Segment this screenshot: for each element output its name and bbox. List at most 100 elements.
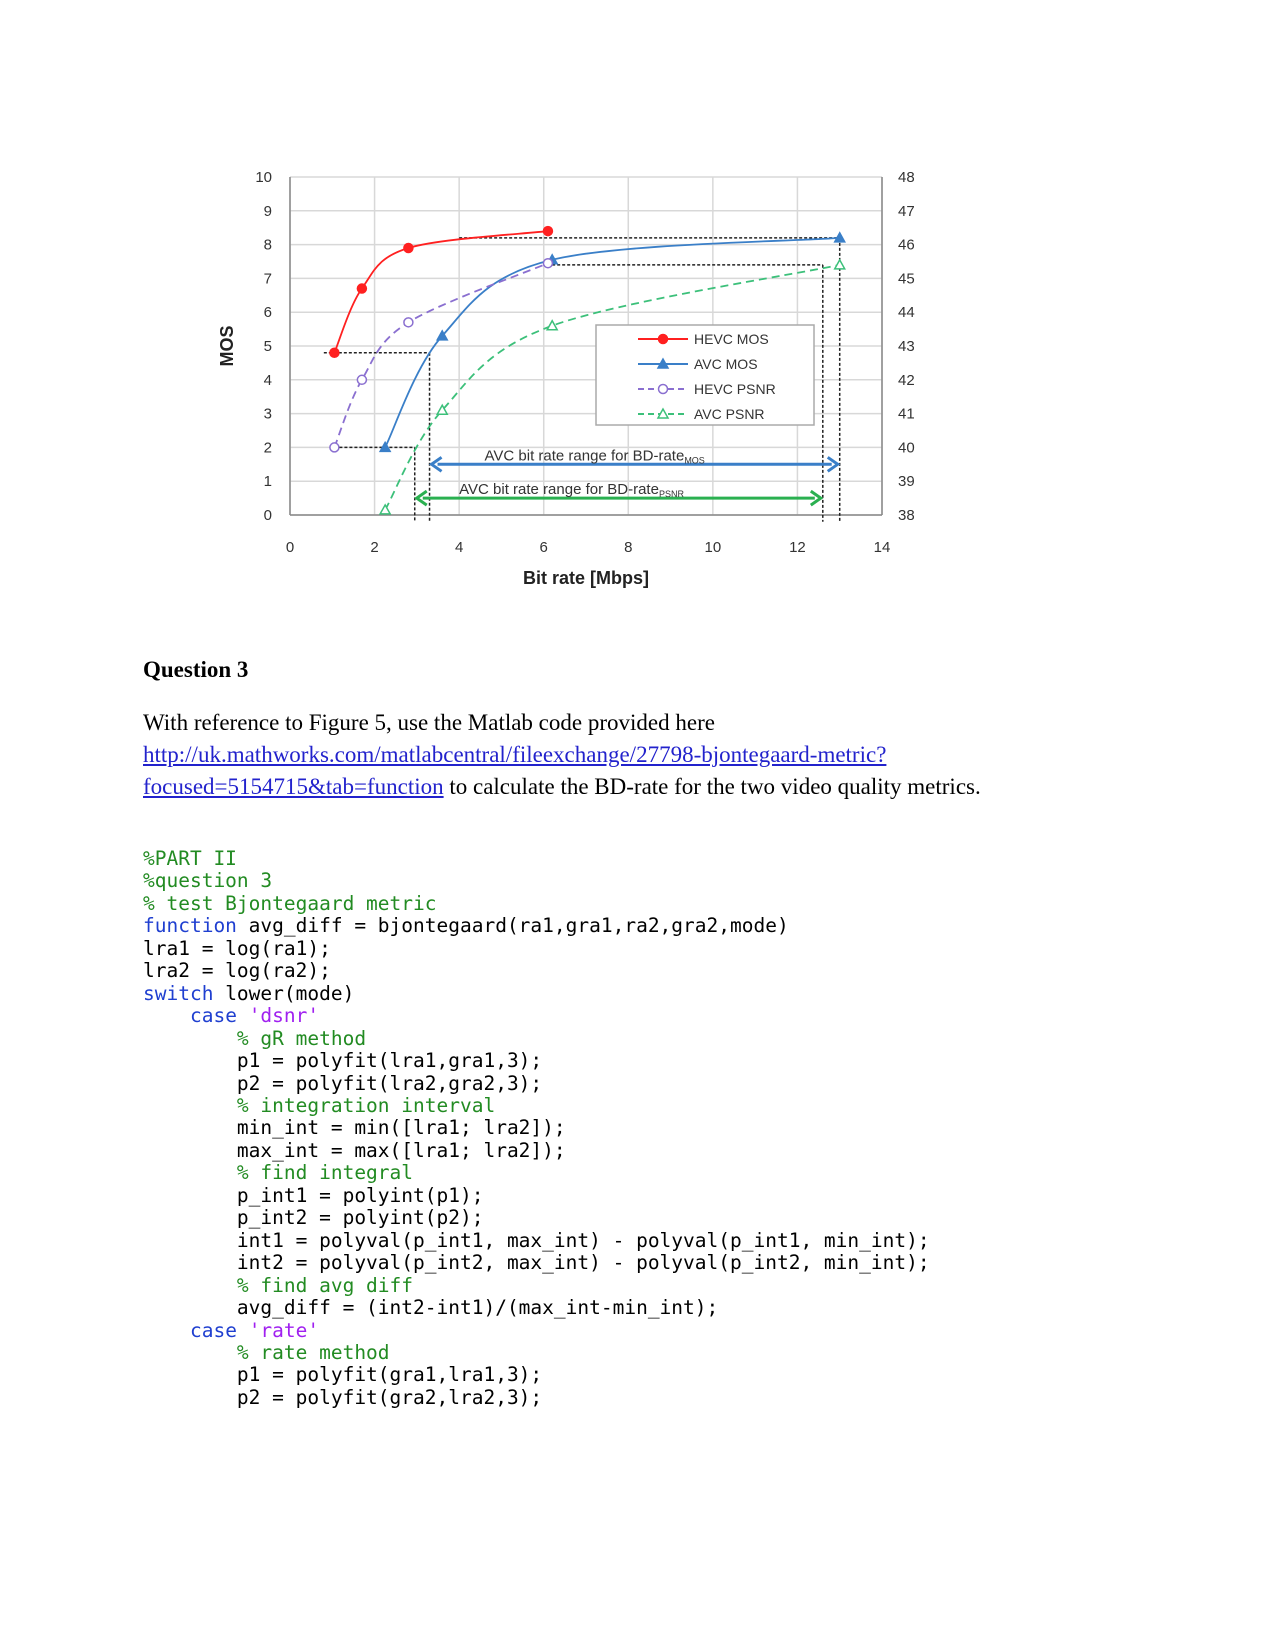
legend-marker-hevc-psnr — [657, 383, 669, 395]
code-text: p2 = polyfit(lra2,gra2,3); — [143, 1071, 543, 1095]
annotation-subscript: MOS — [684, 455, 705, 465]
code-string: 'rate' — [248, 1318, 320, 1342]
y2-tick-label: 46 — [898, 237, 915, 254]
annotation-text: AVC bit rate range for BD-rate — [459, 481, 659, 498]
x-tick-label: 0 — [286, 539, 294, 556]
code-comment: % test Bjontegaard metric — [143, 891, 437, 915]
x-axis-label: Bit rate [Mbps] — [523, 568, 649, 588]
code-line: %PART II — [143, 847, 930, 870]
y2-tick-label: 40 — [898, 439, 915, 456]
data-point-hevc-psnr — [329, 442, 340, 453]
code-text: p1 = polyfit(lra1,gra1,3); — [143, 1049, 543, 1073]
data-point-hevc-mos — [356, 283, 368, 294]
code-line: function avg_diff = bjontegaard(ra1,gra1… — [143, 915, 930, 937]
y-tick-label: 0 — [264, 507, 272, 524]
y-tick-label: 1 — [264, 473, 272, 490]
y-tick-label: 4 — [264, 372, 272, 389]
legend-label-hevc-mos: HEVC MOS — [694, 331, 769, 347]
code-comment: % find integral — [236, 1161, 414, 1185]
code-keyword: function — [143, 914, 237, 938]
data-point-hevc-psnr — [356, 374, 368, 386]
code-text: avg_diff = (int2-int1)/(max_int-min_int)… — [143, 1296, 719, 1320]
code-text: p_int2 = polyint(p2); — [143, 1206, 484, 1230]
code-line: p1 = polyfit(lra1,gra1,3); — [143, 1049, 930, 1073]
question-heading: Question 3 — [143, 657, 249, 682]
code-line: % rate method — [143, 1341, 930, 1364]
code-line: % test Bjontegaard metric — [143, 891, 930, 915]
code-text: lower(mode) — [213, 981, 355, 1005]
code-line: int2 = polyval(p_int2, max_int) - polyva… — [143, 1251, 930, 1274]
code-text: int1 = polyval(p_int1, max_int) - polyva… — [143, 1228, 930, 1252]
data-point-avc-psnr — [833, 258, 846, 270]
y-tick-label: 3 — [264, 406, 272, 423]
bd-rate-chart: 01234567891038394041424344454647480 2 4 6 8 1… — [217, 169, 915, 588]
code-text: lra2 = log(ra2); — [143, 959, 331, 983]
data-point-avc-psnr — [545, 319, 559, 331]
y-tick-label: 10 — [255, 169, 272, 186]
legend-label-avc-psnr: AVC PSNR — [694, 406, 765, 422]
y-tick-label: 6 — [264, 304, 272, 321]
code-line: p1 = polyfit(gra1,lra1,3); — [143, 1364, 930, 1386]
paragraph-outro: to calculate the BD-rate for the two vid… — [443, 774, 981, 799]
y2-tick-label: 39 — [898, 473, 915, 490]
y-tick-label: 9 — [264, 203, 272, 220]
code-line: avg_diff = (int2-int1)/(max_int-min_int)… — [143, 1296, 930, 1320]
code-line: lra2 = log(ra2); — [143, 960, 930, 982]
code-text: min_int = min([lra1; lra2]); — [143, 1116, 566, 1140]
y2-tick-label: 48 — [898, 169, 915, 186]
legend-marker-hevc-mos — [657, 333, 669, 345]
y-axis-label: MOS — [217, 325, 237, 366]
data-point-hevc-psnr — [403, 317, 414, 328]
code-line: case 'rate' — [143, 1318, 930, 1342]
code-line: int1 = polyval(p_int1, max_int) - polyva… — [143, 1228, 930, 1252]
matlab-code-block: %PART II %question 3% test Bjontegaard me… — [143, 847, 930, 1409]
x-tick-label: 6 — [540, 539, 548, 556]
x-tick-label: 8 — [624, 539, 632, 556]
code-text: lra1 = log(ra1); — [143, 936, 331, 960]
legend-label-avc-mos: AVC MOS — [694, 356, 758, 372]
code-line: % gR method — [143, 1026, 930, 1050]
link-line-1[interactable]: http://uk.mathworks.com/matlabcentral/fi… — [143, 742, 886, 767]
x-tick-label: 12 — [789, 539, 806, 556]
code-string: 'dsnr' — [248, 1004, 320, 1028]
annotation-subscript: PSNR — [659, 489, 685, 499]
paragraph-intro: With reference to Figure 5, use the Matl… — [143, 710, 715, 735]
code-line: switch lower(mode) — [143, 981, 930, 1005]
x-tick-label: 2 — [370, 539, 378, 556]
y2-tick-label: 41 — [898, 406, 915, 423]
y2-tick-label: 44 — [898, 304, 915, 321]
code-comment: %PART II — [143, 847, 237, 870]
y-tick-label: 5 — [264, 338, 272, 355]
code-keyword: case — [189, 1004, 237, 1028]
code-line: p2 = polyfit(lra2,gra2,3); — [143, 1071, 930, 1095]
annotation-text: AVC bit rate range for BD-rate — [485, 447, 685, 464]
code-line: % integration interval — [143, 1094, 930, 1117]
code-text: p2 = polyfit(gra2,lra2,3); — [143, 1385, 543, 1409]
y2-tick-label: 45 — [898, 270, 915, 287]
y-tick-label: 8 — [264, 237, 272, 254]
legend-label-hevc-psnr: HEVC PSNR — [694, 381, 776, 397]
code-line: max_int = max([lra1; lra2]); — [143, 1138, 930, 1162]
y-tick-label: 7 — [264, 270, 272, 287]
code-text: avg_diff = bjontegaard(ra1,gra1,ra2,gra2… — [236, 914, 789, 938]
code-line: p_int1 = polyint(p1); — [143, 1183, 930, 1207]
data-point-hevc-mos — [329, 347, 340, 359]
code-comment: % find avg diff — [236, 1273, 414, 1297]
code-line: p_int2 = polyint(p2); — [143, 1207, 930, 1229]
code-comment: % gR method — [236, 1026, 367, 1050]
code-line: p2 = polyfit(gra2,lra2,3); — [143, 1385, 930, 1409]
range-annotation: AVC bit rate range for BD-ratePSNR — [459, 481, 684, 499]
code-text: max_int = max([lra1; lra2]); — [143, 1138, 566, 1162]
code-line: lra1 = log(ra1); — [143, 936, 930, 960]
code-text: p_int1 = polyint(p1); — [143, 1183, 484, 1207]
link-line-2[interactable]: focused=5154715&tab=function — [143, 774, 444, 799]
code-comment: %question 3 — [143, 869, 273, 893]
code-line: %question 3 — [143, 870, 930, 892]
y2-tick-label: 43 — [898, 338, 915, 355]
